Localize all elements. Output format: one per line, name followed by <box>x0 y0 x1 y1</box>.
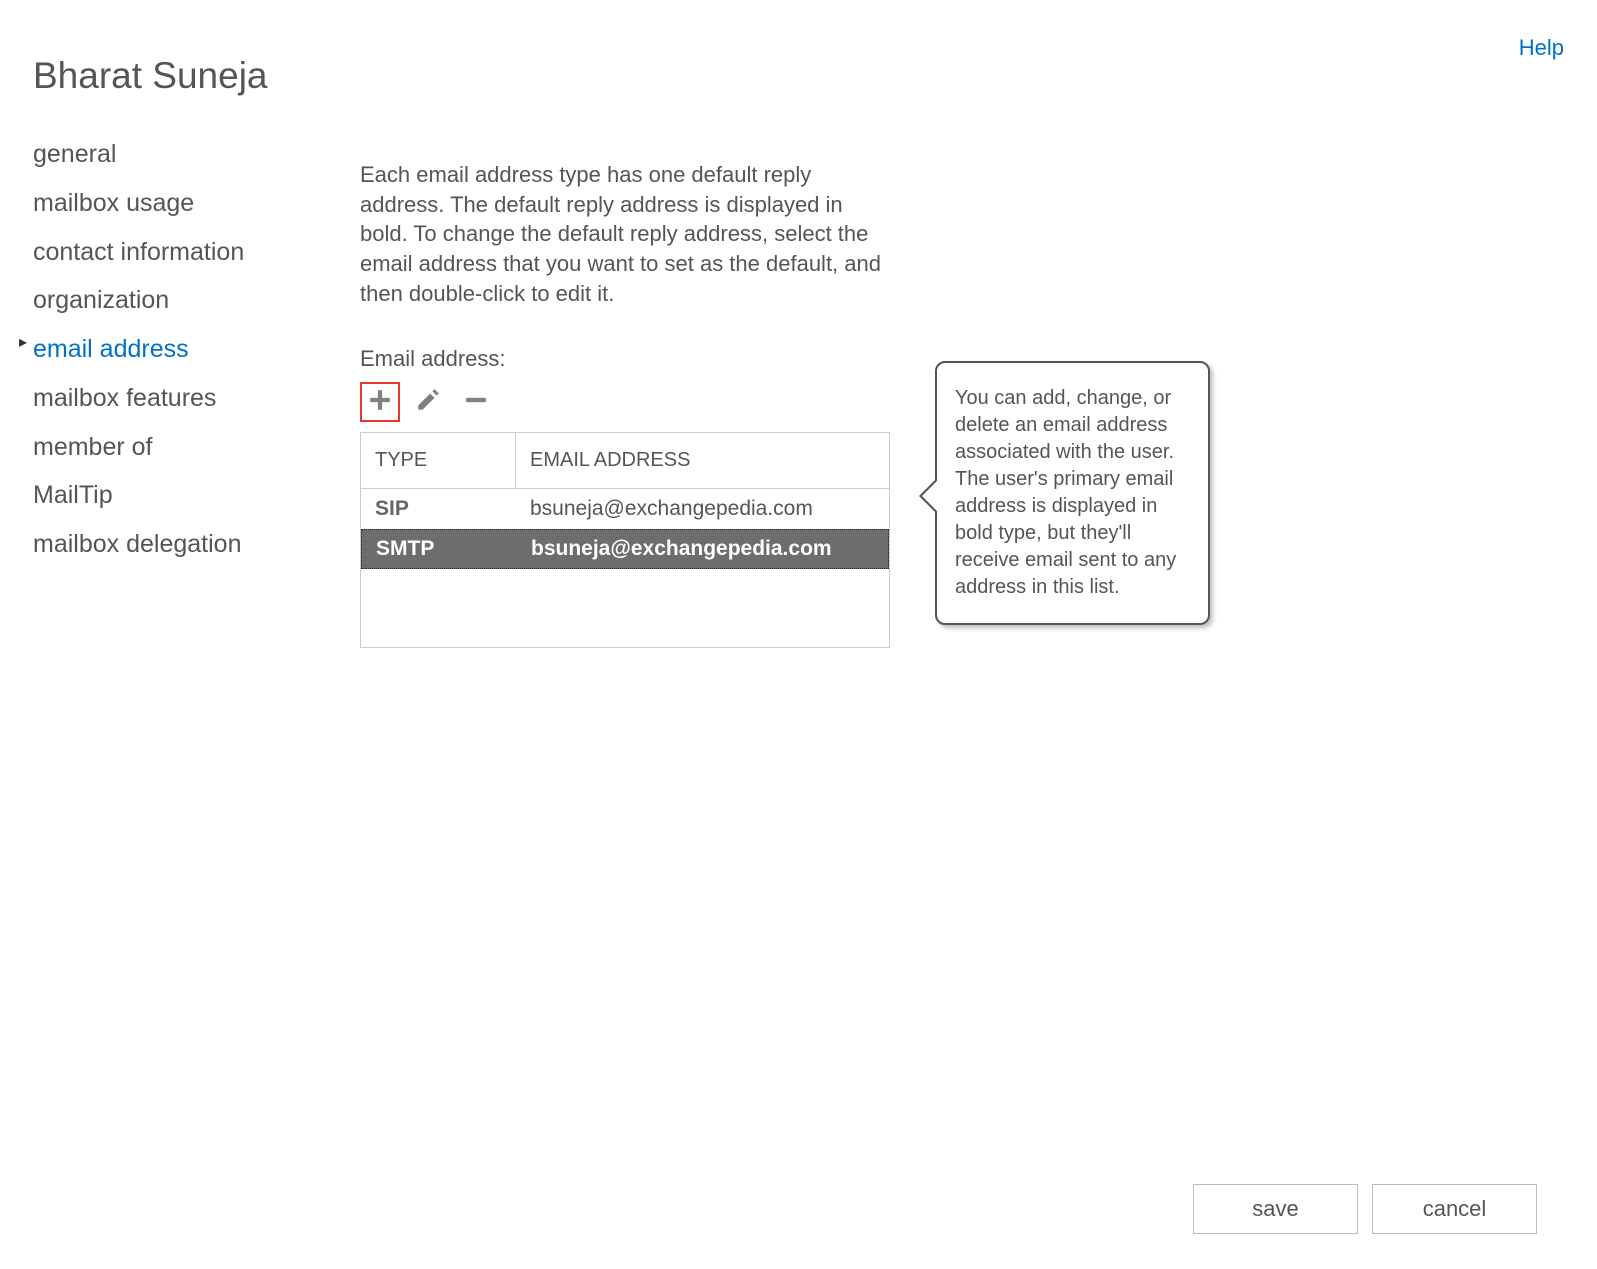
help-link[interactable]: Help <box>1519 35 1564 61</box>
plus-icon <box>367 387 393 418</box>
cell-email: bsuneja@exchangepedia.com <box>517 537 888 561</box>
minus-icon <box>463 387 489 418</box>
cancel-button[interactable]: cancel <box>1372 1184 1537 1234</box>
table-header: TYPE EMAIL ADDRESS <box>361 433 889 489</box>
help-callout: You can add, change, or delete an email … <box>935 361 1210 625</box>
remove-button[interactable] <box>456 382 496 422</box>
column-header-type[interactable]: TYPE <box>361 433 516 488</box>
table-row[interactable]: SIP bsuneja@exchangepedia.com <box>361 489 889 529</box>
email-address-table: TYPE EMAIL ADDRESS SIP bsuneja@exchangep… <box>360 432 890 648</box>
description-text: Each email address type has one default … <box>360 160 890 308</box>
column-header-email[interactable]: EMAIL ADDRESS <box>516 433 889 488</box>
edit-button[interactable] <box>408 382 448 422</box>
footer-buttons: save cancel <box>1193 1184 1537 1234</box>
page-title: Bharat Suneja <box>33 55 268 97</box>
pencil-icon <box>415 387 441 418</box>
callout-text: You can add, change, or delete an email … <box>955 387 1176 598</box>
sidebar-item-mailbox-features[interactable]: mailbox features <box>33 374 343 423</box>
cell-email: bsuneja@exchangepedia.com <box>516 497 889 521</box>
sidebar-item-mailbox-delegation[interactable]: mailbox delegation <box>33 520 343 569</box>
sidebar-item-member-of[interactable]: member of <box>33 423 343 472</box>
cell-type: SIP <box>361 497 516 521</box>
sidebar: general mailbox usage contact informatio… <box>33 130 343 569</box>
sidebar-item-email-address[interactable]: email address <box>33 325 343 374</box>
table-row[interactable]: SMTP bsuneja@exchangepedia.com <box>361 529 889 569</box>
cell-type: SMTP <box>362 537 517 561</box>
sidebar-item-organization[interactable]: organization <box>33 276 343 325</box>
sidebar-item-contact-information[interactable]: contact information <box>33 228 343 277</box>
sidebar-item-general[interactable]: general <box>33 130 343 179</box>
email-address-label: Email address: <box>360 346 890 372</box>
table-body: SIP bsuneja@exchangepedia.com SMTP bsune… <box>361 489 889 569</box>
add-button[interactable] <box>360 382 400 422</box>
sidebar-item-mailbox-usage[interactable]: mailbox usage <box>33 179 343 228</box>
save-button[interactable]: save <box>1193 1184 1358 1234</box>
sidebar-item-mailtip[interactable]: MailTip <box>33 471 343 520</box>
toolbar <box>360 382 890 422</box>
content-area: Each email address type has one default … <box>360 160 890 648</box>
